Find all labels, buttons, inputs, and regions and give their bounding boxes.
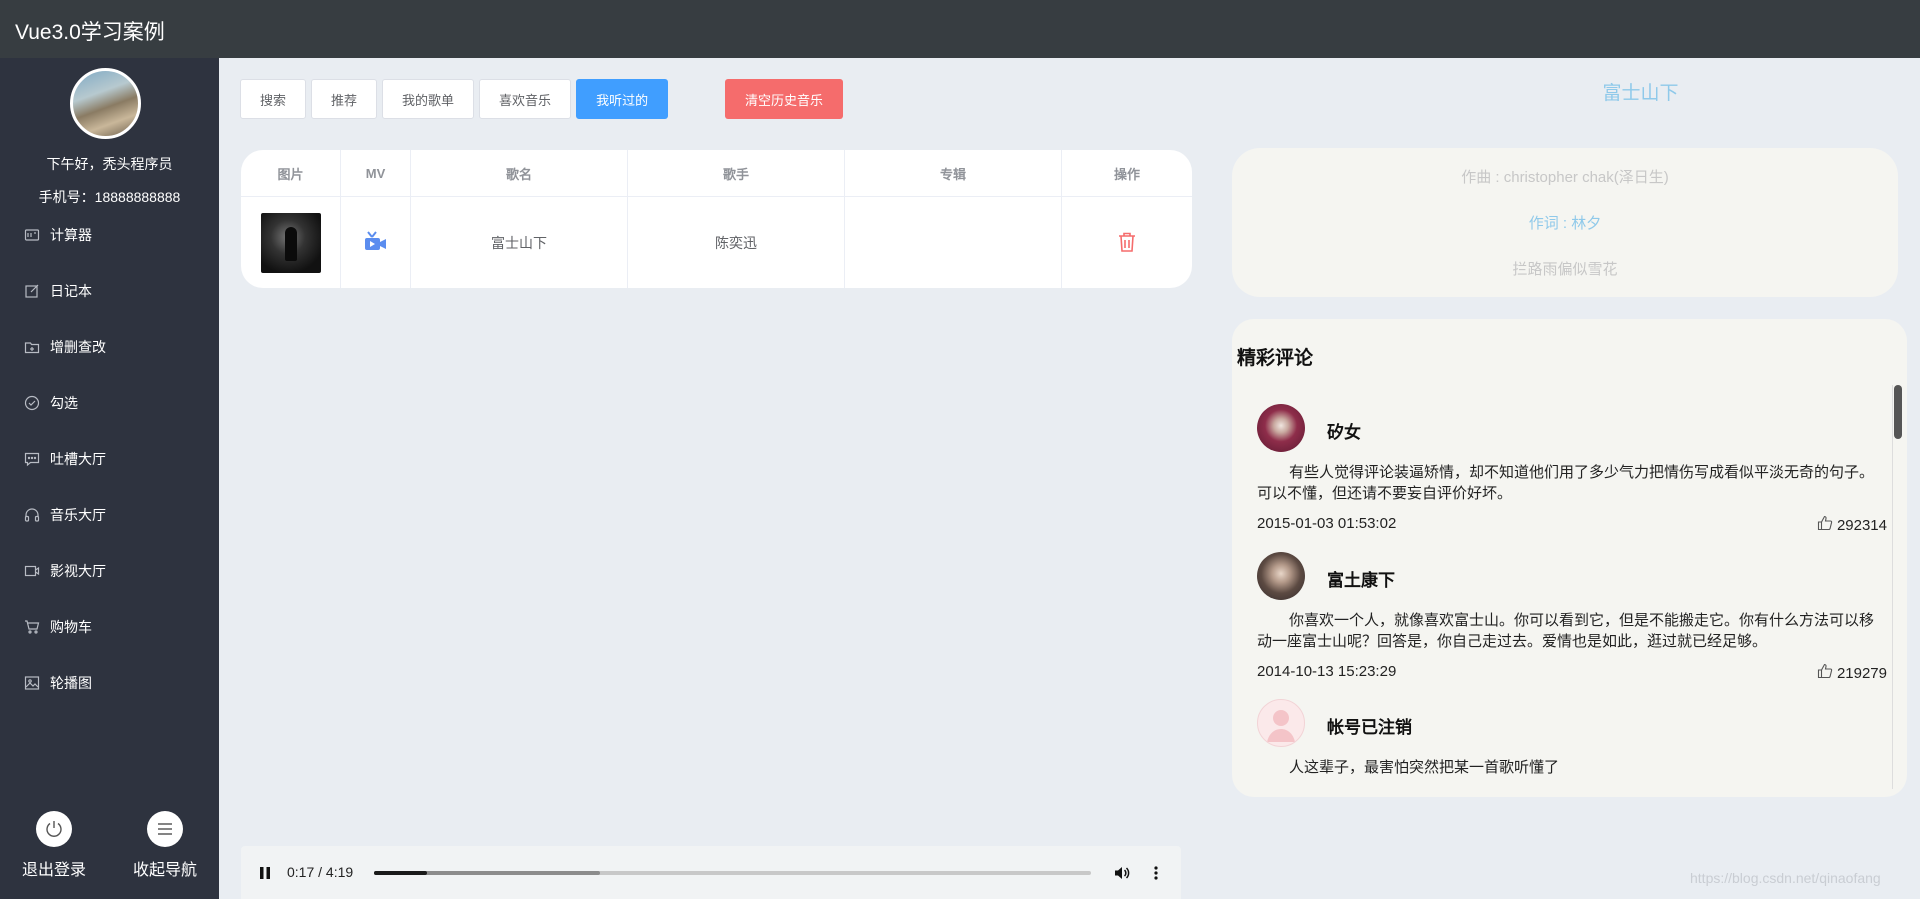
col-header-song: 歌名	[505, 167, 532, 182]
comments-heading: 精彩评论	[1237, 348, 1314, 369]
audio-player: 0:17 / 4:19	[241, 846, 1181, 899]
table-header: 图片 MV 歌名 歌手 专辑 操作	[241, 150, 1192, 197]
scrollbar-thumb[interactable]	[1894, 385, 1902, 439]
tab-my-playlists[interactable]: 我的歌单	[382, 79, 475, 119]
progress-bar[interactable]	[374, 871, 1091, 875]
sidebar-item-label: 勾选	[50, 395, 78, 411]
sidebar-item-label: 音乐大厅	[50, 507, 106, 523]
lyric-line: 作曲 : christopher chak(泽日生)	[1461, 169, 1669, 186]
music-tabs: 搜索 推荐 我的歌单 喜欢音乐 我听过的	[240, 79, 669, 119]
picture-icon	[24, 675, 40, 691]
pause-icon[interactable]	[259, 866, 271, 880]
sidebar-item-label: 增删查改	[50, 339, 106, 355]
collapse-nav-label: 收起导航	[132, 862, 197, 879]
cell-album	[845, 198, 1061, 288]
commenter-name[interactable]: 帐号已注销	[1327, 713, 1412, 738]
sidebar-item-label: 影视大厅	[50, 563, 106, 579]
watermark: https://blog.csdn.net/qinaofang	[1690, 870, 1881, 886]
greeting-text: 下午好，秃头程序员	[46, 156, 173, 172]
comment-text: 你喜欢一个人，就像喜欢富士山。你可以看到它，但是不能搬走它。你有什么方法可以移动…	[1257, 612, 1875, 650]
thumb-up-icon	[1817, 663, 1833, 683]
col-header-album: 专辑	[939, 167, 966, 182]
power-icon	[36, 811, 72, 847]
comment-like[interactable]: 292314	[1817, 515, 1887, 535]
sidebar: 下午好，秃头程序员 手机号：18888888888 计算器 日记本 增删查改 勾…	[0, 58, 219, 899]
calculator-icon	[24, 227, 40, 243]
cell-action	[1062, 198, 1192, 288]
sidebar-item-music[interactable]: 音乐大厅	[0, 487, 219, 543]
played-bar	[374, 871, 428, 875]
cell-image	[241, 198, 340, 288]
col-header-mv: MV	[365, 166, 386, 181]
app-title: Vue3.0学习案例	[15, 21, 165, 44]
cart-icon	[24, 619, 40, 635]
sidebar-item-diary[interactable]: 日记本	[0, 263, 219, 319]
chat-icon	[24, 451, 40, 467]
comment-time: 2015-01-03 01:53:02	[1257, 515, 1397, 532]
sidebar-item-label: 轮播图	[50, 675, 92, 691]
like-count: 219279	[1836, 664, 1887, 682]
circle-check-icon	[24, 395, 40, 411]
comments-scrollbar[interactable]	[1892, 385, 1902, 789]
logout-button[interactable]: 退出登录	[9, 811, 99, 880]
tab-recommend[interactable]: 推荐	[311, 79, 378, 119]
headset-icon	[24, 507, 40, 523]
sidebar-item-chat[interactable]: 吐槽大厅	[0, 431, 219, 487]
sidebar-menu: 计算器 日记本 增删查改 勾选 吐槽大厅 音乐大厅 影视大厅 购物车 轮播图	[0, 207, 219, 711]
album-cover[interactable]	[260, 213, 321, 273]
more-options-icon[interactable]	[1153, 864, 1159, 882]
mv-video-icon[interactable]	[364, 230, 388, 256]
tab-search[interactable]: 搜索	[240, 79, 307, 119]
cell-song[interactable]: 富士山下	[411, 198, 627, 288]
sidebar-item-video[interactable]: 影视大厅	[0, 543, 219, 599]
volume-icon[interactable]	[1113, 864, 1131, 882]
history-table: 图片 MV 歌名 歌手 专辑 操作 富士山下 陈奕迅	[241, 150, 1192, 288]
phone-text: 手机号：18888888888	[38, 189, 181, 205]
lyric-line-active: 作词 : 林夕	[1528, 215, 1602, 232]
user-avatar[interactable]	[70, 68, 141, 139]
sidebar-item-check[interactable]: 勾选	[0, 375, 219, 431]
col-header-action: 操作	[1113, 167, 1140, 182]
sidebar-item-label: 吐槽大厅	[50, 451, 106, 467]
sidebar-bottom-buttons: 退出登录 收起导航	[0, 811, 219, 891]
col-header-singer: 歌手	[722, 167, 749, 182]
tab-liked-music[interactable]: 喜欢音乐	[479, 79, 572, 119]
folder-add-icon	[24, 339, 40, 355]
sidebar-item-label: 计算器	[50, 227, 92, 243]
sidebar-item-calculator[interactable]: 计算器	[0, 207, 219, 263]
col-header-image: 图片	[277, 167, 304, 182]
lyrics-panel: 作曲 : christopher chak(泽日生) 作词 : 林夕 拦路雨偏似…	[1232, 148, 1898, 297]
sidebar-item-cart[interactable]: 购物车	[0, 599, 219, 655]
thumb-up-icon	[1817, 515, 1833, 535]
commenter-avatar[interactable]	[1257, 699, 1305, 747]
sidebar-item-carousel[interactable]: 轮播图	[0, 655, 219, 711]
video-icon	[24, 563, 40, 579]
clear-history-button[interactable]: 清空历史音乐	[725, 79, 844, 119]
comments-panel[interactable]: 精彩评论 矽女 有些人觉得评论装逼矫情，却不知道他们用了多少气力把情伤写成看似平…	[1232, 319, 1907, 797]
tab-history[interactable]: 我听过的	[576, 79, 669, 119]
top-bar: Vue3.0学习案例	[0, 0, 1920, 58]
cell-mv	[341, 198, 410, 288]
delete-icon[interactable]	[1118, 232, 1136, 255]
collapse-nav-button[interactable]: 收起导航	[120, 811, 210, 880]
commenter-name[interactable]: 富土康下	[1327, 566, 1395, 591]
now-playing-title: 富士山下	[1602, 83, 1679, 104]
comment-time: 2014-10-13 15:23:29	[1257, 663, 1397, 680]
cell-singer[interactable]: 陈奕迅	[628, 198, 844, 288]
sidebar-item-crud[interactable]: 增删查改	[0, 319, 219, 375]
commenter-avatar[interactable]	[1257, 404, 1305, 452]
comment-text: 有些人觉得评论装逼矫情，却不知道他们用了多少气力把情伤写成看似平淡无奇的句子。可…	[1257, 464, 1875, 502]
commenter-name[interactable]: 矽女	[1327, 418, 1361, 443]
menu-icon	[147, 811, 183, 847]
edit-icon	[24, 283, 40, 299]
playback-time: 0:17 / 4:19	[287, 864, 354, 880]
like-count: 292314	[1836, 516, 1887, 534]
sidebar-item-label: 购物车	[50, 619, 92, 635]
logout-label: 退出登录	[21, 862, 86, 879]
comment-text: 人这辈子，最害怕突然把某一首歌听懂了	[1289, 759, 1560, 776]
sidebar-item-label: 日记本	[50, 283, 92, 299]
commenter-avatar[interactable]	[1257, 552, 1305, 600]
lyric-line: 拦路雨偏似雪花	[1512, 261, 1618, 278]
comment-like[interactable]: 219279	[1817, 663, 1887, 683]
